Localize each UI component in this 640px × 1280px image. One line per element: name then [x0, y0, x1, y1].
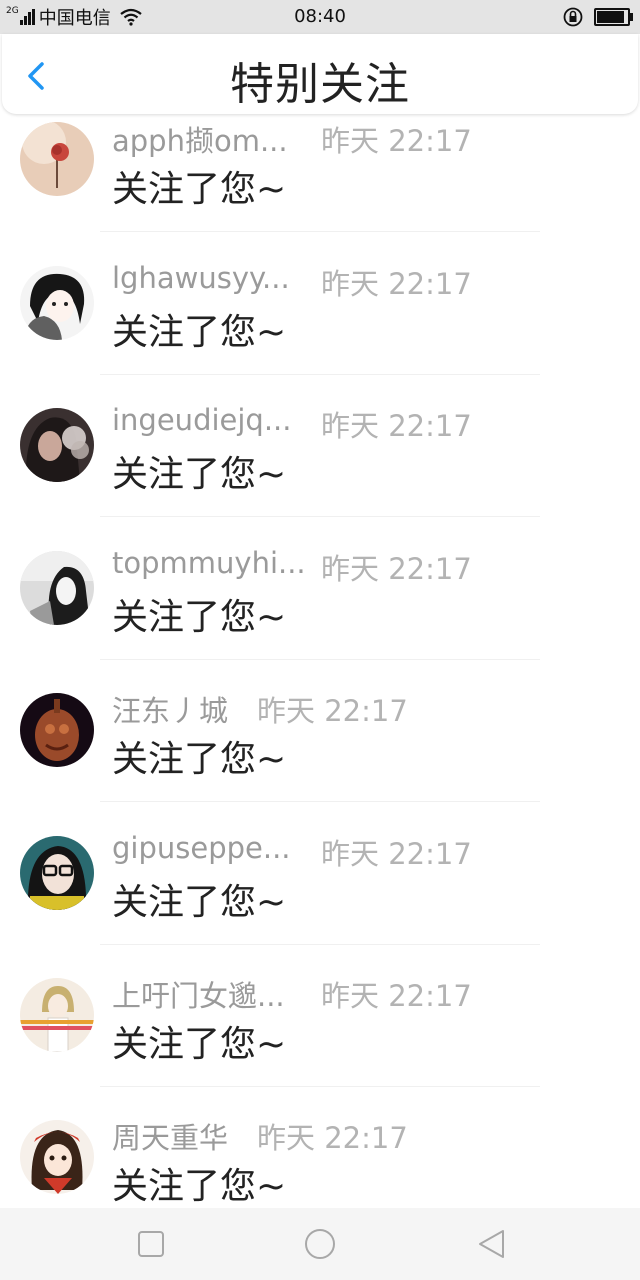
username: topmmuyhi...	[112, 546, 306, 580]
divider	[100, 231, 540, 232]
username: gipuseppe...	[112, 831, 291, 865]
battery-icon	[594, 8, 633, 26]
status-right	[562, 6, 633, 28]
message-text: 关注了您~	[112, 739, 287, 780]
divider	[100, 374, 540, 375]
message-text: 关注了您~	[112, 312, 287, 353]
username: ingeudiejq...	[112, 403, 292, 437]
timestamp: 昨天 22:17	[321, 979, 472, 1013]
message-text: 关注了您~	[112, 1024, 287, 1065]
timestamp: 昨天 22:17	[321, 552, 472, 586]
square-icon[interactable]	[133, 1226, 169, 1262]
page-title: 特别关注	[230, 59, 410, 110]
username: 汪东丿城	[112, 694, 229, 728]
username: apph撷om...	[112, 124, 288, 158]
timestamp: 昨天 22:17	[321, 837, 472, 871]
timestamp: 昨天 22:17	[257, 694, 408, 728]
username: 周天重华	[112, 1121, 229, 1155]
list-item[interactable]: 上吁门女邈... 昨天 22:17 关注了您~	[0, 955, 640, 1097]
avatar[interactable]	[20, 266, 94, 340]
list-item[interactable]: ingeudiejq... 昨天 22:17 关注了您~	[0, 385, 640, 527]
page-header: 特别关注	[2, 34, 638, 114]
divider	[100, 801, 540, 802]
list-item[interactable]: lghawusyy... 昨天 22:17 关注了您~	[0, 243, 640, 385]
avatar[interactable]	[20, 1120, 94, 1194]
list-item[interactable]: topmmuyhi... 昨天 22:17 关注了您~	[0, 528, 640, 670]
message-text: 关注了您~	[112, 454, 287, 495]
username: lghawusyy...	[112, 261, 290, 295]
rotation-lock-icon	[563, 7, 583, 27]
username: 上吁门女邈...	[112, 979, 285, 1013]
navigation-bar	[0, 1208, 640, 1280]
message-text: 关注了您~	[112, 169, 287, 210]
divider	[100, 516, 540, 517]
divider	[100, 944, 540, 945]
message-text: 关注了您~	[112, 597, 287, 638]
divider	[100, 1086, 540, 1087]
list-item[interactable]: apph撷om... 昨天 22:17 关注了您~	[0, 106, 640, 242]
status-bar: 2G 中国电信 08:40	[0, 0, 640, 34]
avatar[interactable]	[20, 978, 94, 1052]
status-time: 08:40	[294, 6, 346, 27]
circle-icon[interactable]	[302, 1226, 338, 1262]
avatar[interactable]	[20, 836, 94, 910]
timestamp: 昨天 22:17	[321, 409, 472, 443]
divider	[100, 659, 540, 660]
avatar[interactable]	[20, 122, 94, 196]
triangle-back-icon[interactable]	[474, 1226, 510, 1262]
avatar[interactable]	[20, 408, 94, 482]
list-item[interactable]: 周天重华 昨天 22:17 关注了您~	[0, 1097, 640, 1208]
message-text: 关注了您~	[112, 882, 287, 923]
timestamp: 昨天 22:17	[321, 267, 472, 301]
message-text: 关注了您~	[112, 1166, 287, 1207]
list-item[interactable]: 汪东丿城 昨天 22:17 关注了您~	[0, 670, 640, 812]
follow-list: apph撷om... 昨天 22:17 关注了您~ lghawusyy... 昨…	[0, 106, 640, 1208]
avatar[interactable]	[20, 551, 94, 625]
timestamp: 昨天 22:17	[257, 1121, 408, 1155]
timestamp: 昨天 22:17	[321, 124, 472, 158]
list-item[interactable]: gipuseppe... 昨天 22:17 关注了您~	[0, 813, 640, 955]
avatar[interactable]	[20, 693, 94, 767]
